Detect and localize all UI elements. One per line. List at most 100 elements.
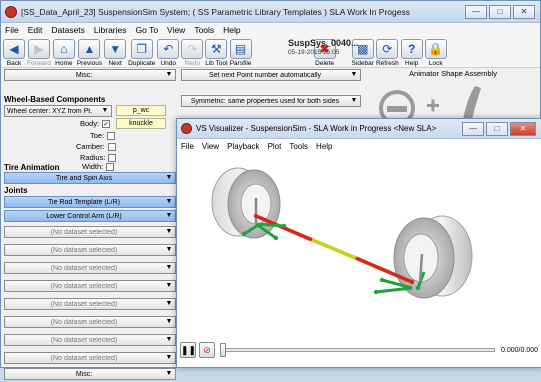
refresh-icon: ⟳: [376, 39, 399, 59]
maximize-icon[interactable]: □: [486, 121, 508, 136]
forward-button[interactable]: ▶ Forward: [27, 39, 51, 67]
undo-button[interactable]: ↶ Undo: [157, 39, 180, 67]
chevron-down-icon: ▼: [165, 300, 173, 307]
chevron-down-icon: ▼: [165, 228, 173, 235]
wheel-components-header: Wheel-Based Components: [4, 95, 106, 104]
parsfile-button[interactable]: ▤ Parsfile: [229, 39, 252, 67]
chevron-down-icon: ▼: [165, 212, 173, 219]
next-button[interactable]: ▼ Next: [104, 39, 127, 67]
misc-top-dropdown[interactable]: Misc: ▼: [4, 69, 176, 81]
vmenu-plot[interactable]: Plot: [268, 142, 282, 151]
dataset-dropdown-7[interactable]: (No dataset selected) ▼: [4, 334, 176, 346]
p-wc-field[interactable]: p_wc: [116, 105, 166, 116]
previous-button[interactable]: ▲ Previous: [77, 39, 102, 67]
dataset-dropdown-3[interactable]: (No dataset selected) ▼: [4, 262, 176, 274]
chevron-down-icon: ▼: [165, 71, 173, 78]
menu-datasets[interactable]: Datasets: [51, 25, 85, 35]
menu-tools[interactable]: Tools: [194, 25, 214, 35]
dataset-dropdown-5[interactable]: (No dataset selected) ▼: [4, 298, 176, 310]
menu-help[interactable]: Help: [223, 25, 240, 35]
width-checkbox[interactable]: [106, 162, 115, 171]
home-icon: ⌂: [52, 39, 75, 59]
visualizer-titlebar: VS Visualizer - SuspensionSim - SLA Work…: [177, 119, 541, 139]
minimize-icon[interactable]: —: [465, 4, 487, 19]
menu-view[interactable]: View: [167, 25, 185, 35]
vmenu-file[interactable]: File: [181, 142, 194, 151]
vmenu-view[interactable]: View: [202, 142, 219, 151]
wheel-center-dropdown[interactable]: Wheel center: XYZ from Pt. ▼: [4, 105, 112, 117]
chevron-down-icon: ▼: [165, 198, 173, 205]
close-icon[interactable]: ✕: [510, 121, 536, 136]
menu-edit[interactable]: Edit: [28, 25, 43, 35]
axle-mid: [311, 238, 357, 260]
file-info: SuspSys_0040... 05-19-2015 15:05: [288, 38, 359, 58]
main-menubar: File Edit Datasets Libraries Go To View …: [1, 23, 540, 36]
dataset-dropdown-6[interactable]: (No dataset selected) ▼: [4, 316, 176, 328]
visualizer-3d-viewport[interactable]: [180, 154, 540, 334]
mute-icon[interactable]: ⊘: [199, 342, 215, 358]
time-readout: 0.000/0.000: [501, 346, 538, 354]
center-panel: Set next Point number automatically ▼ Sym…: [181, 69, 361, 109]
misc-bottom-dropdown[interactable]: Misc: ▼: [4, 368, 176, 380]
chevron-down-icon: ▼: [165, 354, 173, 361]
menu-goto[interactable]: Go To: [136, 25, 159, 35]
down-arrow-icon: ▼: [104, 39, 127, 59]
slider-knob[interactable]: [220, 343, 226, 357]
lower-arm-dropdown[interactable]: Lower Control Arm (L/R) ▼: [4, 210, 176, 222]
symmetric-dropdown[interactable]: Symmetric: same properties used for both…: [181, 95, 361, 107]
set-next-point-dropdown[interactable]: Set next Point number automatically ▼: [181, 69, 361, 81]
wrench-icon: ⚒: [205, 39, 228, 59]
left-tire-icon: [211, 167, 281, 239]
body-checkbox[interactable]: ✓: [102, 119, 111, 128]
question-icon: ?: [400, 39, 423, 59]
dataset-dropdown-2[interactable]: (No dataset selected) ▼: [4, 244, 176, 256]
knuckle-field[interactable]: knuckle: [116, 118, 166, 129]
dataset-dropdown-4[interactable]: (No dataset selected) ▼: [4, 280, 176, 292]
back-arrow-icon: ◀: [3, 39, 25, 59]
lock-button[interactable]: 🔒 Lock: [424, 39, 447, 67]
lock-icon: 🔒: [424, 39, 447, 59]
close-icon[interactable]: ✕: [513, 4, 535, 19]
menu-file[interactable]: File: [5, 25, 19, 35]
vmenu-tools[interactable]: Tools: [289, 142, 308, 151]
tire-spin-dropdown[interactable]: Tire and Spin Axis ▼: [4, 172, 176, 184]
chevron-down-icon: ▼: [350, 71, 358, 78]
chevron-down-icon: ▼: [165, 246, 173, 253]
duplicate-icon: ❐: [130, 39, 153, 59]
menu-libraries[interactable]: Libraries: [94, 25, 127, 35]
camber-checkbox[interactable]: [107, 142, 116, 151]
width-row: Width:: [82, 161, 115, 172]
visualizer-title: VS Visualizer - SuspensionSim - SLA Work…: [196, 124, 437, 133]
visualizer-window-controls: — □ ✕: [460, 121, 536, 136]
playback-slider[interactable]: [220, 343, 496, 357]
back-button[interactable]: ◀ Back: [3, 39, 25, 67]
main-toolbar: ◀ Back ▶ Forward ⌂ Home ▲ Previous ▼ Next ❐ Du…: [1, 36, 540, 68]
tie-rod-dropdown[interactable]: Tie Rod Template (L/R) ▼: [4, 196, 176, 208]
camber-row: Camber:: [76, 141, 116, 152]
vmenu-playback[interactable]: Playback: [227, 142, 259, 151]
dataset-dropdown-1[interactable]: (No dataset selected) ▼: [4, 226, 176, 238]
visualizer-menubar: File View Playback Plot Tools Help: [177, 139, 541, 153]
help-button[interactable]: ? Help: [400, 39, 423, 67]
chevron-down-icon: ▼: [350, 97, 358, 104]
lib-tool-button[interactable]: ⚒ Lib Tool: [205, 39, 228, 67]
home-button[interactable]: ⌂ Home: [52, 39, 75, 67]
forward-arrow-icon: ▶: [27, 39, 50, 59]
toe-checkbox[interactable]: [107, 131, 116, 140]
refresh-button[interactable]: ⟳ Refresh: [376, 39, 399, 67]
chevron-down-icon: ▼: [165, 370, 173, 377]
redo-button[interactable]: ↷ Redo: [181, 39, 204, 67]
dataset-dropdown-8[interactable]: (No dataset selected) ▼: [4, 352, 176, 364]
window-controls: — □ ✕: [463, 4, 535, 19]
redo-icon: ↷: [181, 39, 204, 59]
main-titlebar: [SS_Data_April_23] SuspensionSim System;…: [1, 1, 540, 23]
joints-header: Joints: [4, 186, 28, 195]
file-name: SuspSys_0040...: [288, 38, 359, 48]
visualizer-window: VS Visualizer - SuspensionSim - SLA Work…: [176, 118, 541, 368]
pause-icon[interactable]: ❚❚: [180, 342, 196, 358]
vmenu-help[interactable]: Help: [316, 142, 332, 151]
duplicate-button[interactable]: ❐ Duplicate: [128, 39, 155, 67]
minimize-icon[interactable]: —: [462, 121, 484, 136]
suspension-render: [211, 167, 473, 299]
maximize-icon[interactable]: □: [489, 4, 511, 19]
